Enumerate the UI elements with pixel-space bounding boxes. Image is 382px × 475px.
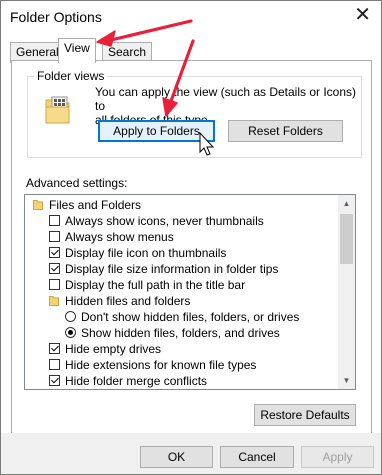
setting-label: Always show icons, never thumbnails [65,214,264,228]
folder-icon [49,296,59,306]
folder-views-group: Folder views You can apply the view (suc… [27,69,362,158]
setting-checkbox[interactable] [49,359,60,370]
setting-checkbox[interactable] [49,231,60,242]
setting-checkbox[interactable] [49,375,60,386]
close-icon[interactable]: ✕ [354,5,371,25]
folder-views-description-line-1: You can apply the view (such as Details … [95,85,357,113]
scroll-down-icon[interactable]: ▼ [338,372,355,389]
view-tab-panel: Folder views You can apply the view (suc… [11,60,372,435]
reset-folders-button[interactable]: Reset Folders [228,120,343,142]
setting-label: Hide folder merge conflicts [65,374,208,388]
apply-to-folders-button[interactable]: Apply to Folders [98,120,215,142]
setting-label: Hidden files and folders [65,294,191,308]
ok-button[interactable]: OK [140,446,213,468]
setting-label: Hide extensions for known file types [65,358,257,372]
setting-label: Display file icon on thumbnails [65,246,227,260]
setting-label: Display file size information in folder … [65,262,279,276]
setting-radio[interactable] [65,327,76,338]
tab-view[interactable]: View [58,38,96,63]
setting-label: Don't show hidden files, folders, or dri… [81,310,300,324]
vertical-scrollbar[interactable]: ▲ ▼ [338,195,355,389]
setting-checkbox[interactable] [49,343,60,354]
setting-checkbox[interactable] [49,263,60,274]
advanced-settings-list[interactable]: Files and Folders Always show icons, neve… [24,194,356,390]
setting-checkbox[interactable] [49,279,60,290]
dialog-footer: OK Cancel Apply [1,433,381,474]
restore-defaults-button[interactable]: Restore Defaults [254,404,356,426]
setting-label: Hide empty drives [65,342,162,356]
setting-radio[interactable] [65,311,76,322]
folder-icon [33,200,43,210]
scroll-up-icon[interactable]: ▲ [338,195,355,212]
setting-label: Files and Folders [49,198,142,212]
title-bar: Folder Options ✕ [1,1,381,33]
setting-label: Display the full path in the title bar [65,278,246,292]
setting-label: Show hidden files, folders, and drives [81,326,280,340]
folder-view-icon [45,96,70,124]
setting-label: Always show menus [65,230,174,244]
folder-views-label: Folder views [34,69,108,83]
apply-button[interactable]: Apply [301,446,374,468]
advanced-settings-label: Advanced settings: [26,176,128,190]
cancel-button[interactable]: Cancel [220,446,294,468]
setting-checkbox[interactable] [49,215,60,226]
setting-checkbox[interactable] [49,247,60,258]
window-title: Folder Options [10,9,102,25]
folder-options-dialog: Folder Options ✕ General View Search Fol… [0,0,382,475]
scrollbar-thumb[interactable] [340,214,353,264]
